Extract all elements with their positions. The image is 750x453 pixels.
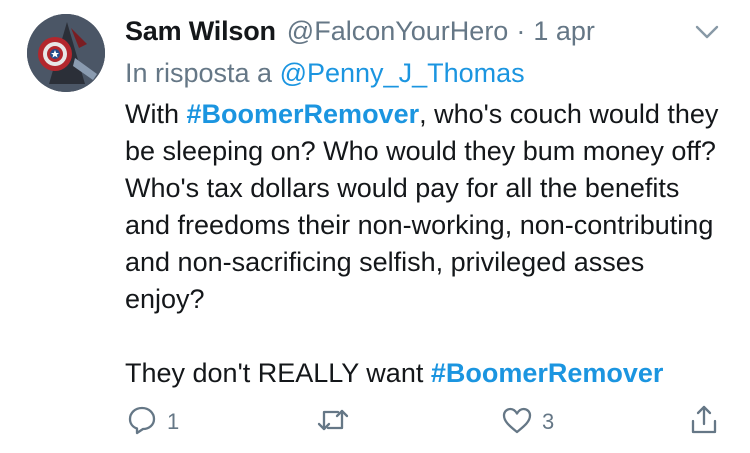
reply-button[interactable]: 1 <box>125 402 179 442</box>
reply-icon <box>125 403 159 442</box>
retweet-button[interactable] <box>315 402 351 442</box>
tweet-date[interactable]: 1 apr <box>533 16 595 47</box>
share-button[interactable] <box>687 402 721 442</box>
heart-icon <box>500 403 534 442</box>
reply-mention[interactable]: @Penny_J_Thomas <box>280 58 525 88</box>
text-segment: , who's couch would they be sleeping on?… <box>125 99 719 314</box>
chevron-down-icon[interactable] <box>694 22 720 42</box>
hashtag-link[interactable]: #BoomerRemover <box>431 358 664 388</box>
tweet-header: Sam Wilson @FalconYourHero · 1 apr <box>125 16 595 50</box>
like-count: 3 <box>542 409 555 434</box>
reply-count: 1 <box>167 409 180 434</box>
tweet-paragraph-2: They don't REALLY want #BoomerRemover <box>125 355 725 392</box>
reply-prefix: In risposta a <box>125 58 273 88</box>
hashtag-link[interactable]: #BoomerRemover <box>187 99 420 129</box>
tweet-paragraph-1: With #BoomerRemover, who's couch would t… <box>125 96 725 318</box>
reply-context: In risposta a @Penny_J_Thomas <box>125 58 525 89</box>
text-segment: They don't REALLY want <box>125 358 431 388</box>
tweet-text: With #BoomerRemover, who's couch would t… <box>125 96 725 392</box>
share-icon <box>687 403 721 442</box>
like-button[interactable]: 3 <box>500 402 554 442</box>
author-name[interactable]: Sam Wilson <box>125 16 276 47</box>
avatar[interactable] <box>27 14 105 92</box>
separator-dot: · <box>516 16 526 46</box>
avatar-image <box>27 14 105 92</box>
action-bar: 1 3 <box>125 402 725 442</box>
text-segment: With <box>125 99 187 129</box>
retweet-icon <box>315 403 351 442</box>
author-handle[interactable]: @FalconYourHero <box>287 16 509 47</box>
